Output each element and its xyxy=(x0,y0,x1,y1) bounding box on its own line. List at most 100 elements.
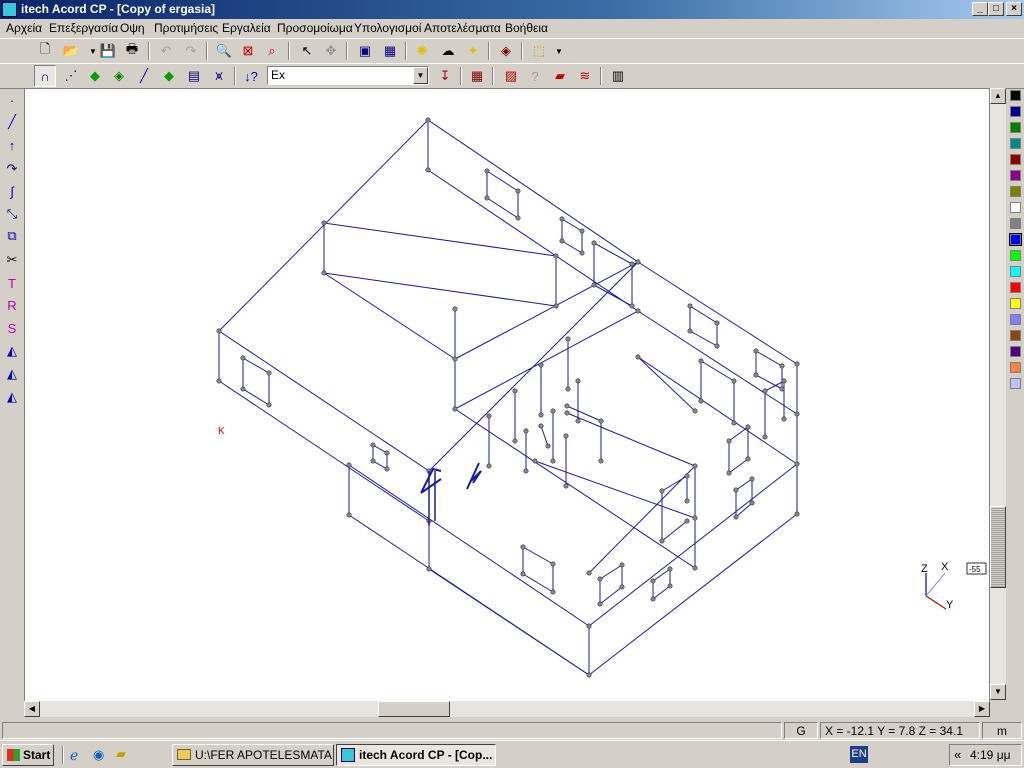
model-node[interactable] xyxy=(520,544,526,550)
model-node[interactable] xyxy=(745,424,751,430)
model-node[interactable] xyxy=(484,168,490,174)
scroll-down-icon[interactable]: ▼ xyxy=(990,684,1006,700)
model-node[interactable] xyxy=(586,623,592,629)
color-swatch[interactable] xyxy=(1010,106,1021,117)
model-node[interactable] xyxy=(733,514,739,520)
model-node[interactable] xyxy=(749,476,755,482)
zoom-extents-icon[interactable]: ⊠ xyxy=(237,40,259,62)
color-swatch[interactable] xyxy=(1010,378,1021,389)
color-swatch[interactable] xyxy=(1010,330,1021,341)
model-node[interactable] xyxy=(384,450,390,456)
horizontal-scroll-thumb[interactable] xyxy=(378,701,450,717)
model-node[interactable] xyxy=(684,473,690,479)
model-node[interactable] xyxy=(266,402,272,408)
frame-member[interactable] xyxy=(323,272,456,360)
undo-icon[interactable]: ↶ xyxy=(155,40,177,62)
frame-member[interactable] xyxy=(728,426,749,442)
model-node[interactable] xyxy=(731,378,737,384)
view-dropdown-icon[interactable]: ▼ xyxy=(548,40,570,62)
frame-member[interactable] xyxy=(588,463,798,627)
folder-icon[interactable]: ▰ xyxy=(116,746,126,762)
model-node[interactable] xyxy=(692,515,698,521)
color-swatch[interactable] xyxy=(1010,282,1021,293)
model-node[interactable] xyxy=(667,583,673,589)
model-node[interactable] xyxy=(564,403,570,409)
frame-member[interactable] xyxy=(652,568,671,582)
frame-member[interactable] xyxy=(700,360,735,382)
model-node[interactable] xyxy=(515,188,521,194)
frame-member[interactable] xyxy=(689,305,718,324)
model-node[interactable] xyxy=(650,596,656,602)
zoom-window-icon[interactable]: ⌕ xyxy=(261,40,283,62)
ie-icon[interactable]: ℯ xyxy=(70,747,78,764)
frame-member[interactable] xyxy=(755,350,783,367)
model-node[interactable] xyxy=(733,487,739,493)
menu-calculations[interactable]: Υπολογισμοί xyxy=(354,21,421,35)
frame-member[interactable] xyxy=(218,330,430,472)
frame-member[interactable] xyxy=(454,261,639,360)
task-explorer[interactable]: U:\FER APOTELESMATA xyxy=(172,744,334,766)
model-node[interactable] xyxy=(452,356,458,362)
model-node[interactable] xyxy=(635,354,641,360)
rotate-icon[interactable]: R xyxy=(2,295,22,315)
point-icon[interactable]: · xyxy=(2,90,22,110)
model-node[interactable] xyxy=(794,511,800,517)
frame-member[interactable] xyxy=(486,170,519,192)
calculator-icon[interactable]: ▦ xyxy=(466,65,488,87)
fill-red-icon[interactable]: ◭ xyxy=(2,364,22,384)
frame-member[interactable] xyxy=(588,513,798,676)
frame-member[interactable] xyxy=(661,520,688,542)
color-swatch[interactable] xyxy=(1010,202,1021,213)
model-node[interactable] xyxy=(346,512,352,518)
new-file-icon[interactable]: 🗋 xyxy=(34,40,56,62)
app-icon[interactable] xyxy=(2,2,17,17)
color-swatch[interactable] xyxy=(1010,314,1021,325)
results-grid-icon[interactable]: ▨ xyxy=(500,65,522,87)
chevron-down-icon[interactable]: ▼ xyxy=(413,67,428,84)
close-button[interactable]: × xyxy=(1006,2,1022,16)
frame-member[interactable] xyxy=(637,356,798,465)
language-indicator[interactable]: EN xyxy=(850,746,868,763)
line-icon[interactable]: ╱ xyxy=(2,112,22,132)
model-node[interactable] xyxy=(714,320,720,326)
model-node[interactable] xyxy=(346,462,352,468)
model-node[interactable] xyxy=(240,355,246,361)
scale-icon[interactable]: ⤡ xyxy=(2,204,22,224)
model-node[interactable] xyxy=(452,406,458,412)
plate-icon[interactable]: ◆ xyxy=(84,65,106,87)
color-swatch[interactable] xyxy=(1010,122,1021,133)
model-node[interactable] xyxy=(794,461,800,467)
model-node[interactable] xyxy=(586,570,592,576)
color-swatch[interactable] xyxy=(1009,233,1022,246)
model-icon[interactable]: ◈ xyxy=(495,40,517,62)
menu-tools[interactable]: Εργαλεία xyxy=(222,21,271,35)
model-node[interactable] xyxy=(779,386,785,392)
model-node[interactable] xyxy=(538,423,544,429)
model-node[interactable] xyxy=(753,348,759,354)
model-node[interactable] xyxy=(753,372,759,378)
color-swatch[interactable] xyxy=(1010,362,1021,373)
frame-member[interactable] xyxy=(454,310,639,410)
member-icon[interactable]: ╱ xyxy=(133,65,155,87)
model-node[interactable] xyxy=(659,488,665,494)
frame-member[interactable] xyxy=(566,412,696,467)
model-node[interactable] xyxy=(667,566,673,572)
model-node[interactable] xyxy=(538,412,544,418)
menu-view[interactable]: Οψη xyxy=(120,21,145,35)
model-node[interactable] xyxy=(565,336,571,342)
model-node[interactable] xyxy=(692,565,698,571)
model-node[interactable] xyxy=(794,361,800,367)
model-node[interactable] xyxy=(619,584,625,590)
model-node[interactable] xyxy=(698,358,704,364)
color-swatch[interactable] xyxy=(1010,346,1021,357)
frame-member[interactable] xyxy=(454,408,696,569)
frame-member[interactable] xyxy=(540,425,549,447)
model-node[interactable] xyxy=(370,442,376,448)
model-node[interactable] xyxy=(216,378,222,384)
frame-member[interactable] xyxy=(637,261,798,365)
frame-member[interactable] xyxy=(428,568,590,676)
model-node[interactable] xyxy=(692,408,698,414)
fill-multi-icon[interactable]: ◭ xyxy=(2,387,22,407)
model-node[interactable] xyxy=(659,538,665,544)
color-swatch[interactable] xyxy=(1010,90,1021,101)
